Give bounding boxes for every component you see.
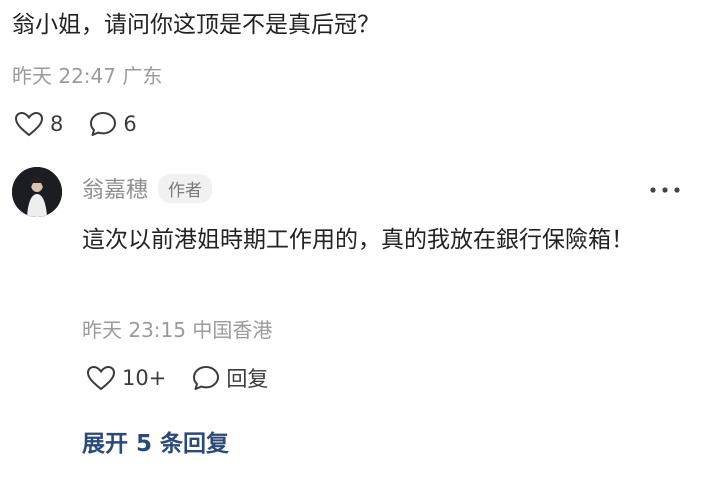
main-comment-meta: 昨天 22:47 广东 xyxy=(12,64,163,88)
reply-header: 翁嘉穗 作者 xyxy=(82,172,213,204)
author-badge: 作者 xyxy=(158,173,213,203)
reply-reply-button[interactable]: 回复 xyxy=(192,363,268,393)
reply-text: 這次以前港姐時期工作用的，真的我放在銀行保險箱！ xyxy=(82,227,634,253)
main-reply-count: 6 xyxy=(123,112,137,136)
more-dots-icon xyxy=(648,185,682,204)
more-options-button[interactable] xyxy=(648,180,682,200)
expand-replies-link[interactable]: 展开 5 条回复 xyxy=(82,424,229,458)
main-like-count: 8 xyxy=(50,112,64,136)
heart-outline-icon xyxy=(86,365,116,391)
main-comment-button[interactable]: 6 xyxy=(89,111,137,137)
main-comment-text: 翁小姐，请问你这顶是不是真后冠？ xyxy=(12,12,380,38)
reply-actions: 10+ 回复 xyxy=(86,363,268,393)
reply-reply-label: 回复 xyxy=(226,367,269,391)
speech-bubble-icon xyxy=(89,111,117,137)
main-like-button[interactable]: 8 xyxy=(14,111,63,137)
reply-like-button[interactable]: 10+ xyxy=(86,365,166,391)
reply-author-name[interactable]: 翁嘉穗 xyxy=(82,172,148,204)
heart-outline-icon xyxy=(14,111,44,137)
reply-meta: 昨天 23:15 中国香港 xyxy=(82,318,273,342)
speech-bubble-icon xyxy=(192,365,220,391)
avatar[interactable] xyxy=(12,167,62,217)
reply-like-count: 10+ xyxy=(122,366,167,390)
main-comment-actions: 8 6 xyxy=(14,109,137,139)
